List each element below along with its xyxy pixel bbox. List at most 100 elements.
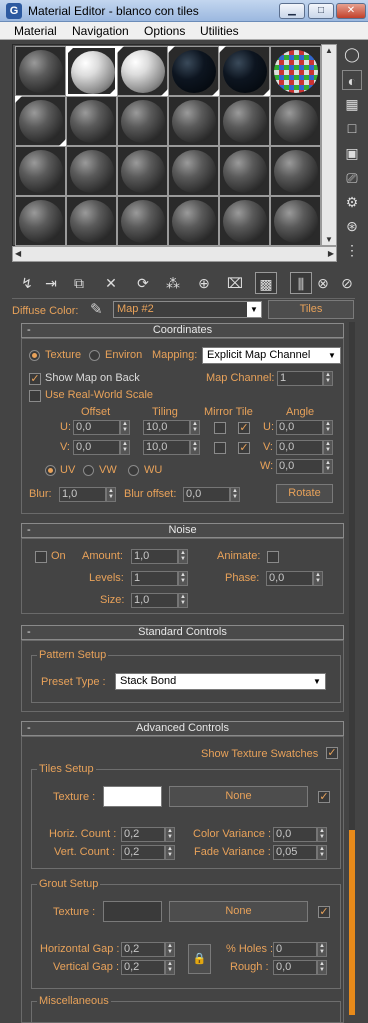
w-angle-field[interactable]: 0,0 <box>276 459 323 474</box>
sample-slot[interactable] <box>66 146 117 196</box>
v-tile-checkbox[interactable]: ✓ <box>238 442 250 454</box>
scroll-right-icon[interactable]: ▶ <box>328 249 334 258</box>
tiles-map-checkbox[interactable]: ✓ <box>318 791 330 803</box>
grout-color-swatch[interactable] <box>103 901 162 922</box>
u-offset-field[interactable]: 0,0 <box>73 420 120 435</box>
u-tiling-field[interactable]: 10,0 <box>143 420 190 435</box>
blur-field[interactable]: 1,0 <box>59 487 106 502</box>
noise-rollout-header[interactable]: - Noise <box>21 523 344 538</box>
material-map-navigator-icon[interactable]: ⋮ <box>342 240 362 260</box>
sample-slot[interactable] <box>219 46 270 96</box>
sample-slot[interactable] <box>168 96 219 146</box>
sample-slot[interactable] <box>117 46 168 96</box>
collapse-icon[interactable]: - <box>27 722 31 735</box>
sample-slot[interactable] <box>219 146 270 196</box>
collapse-icon[interactable]: - <box>27 324 31 337</box>
spinner-arrows-icon[interactable]: ▲ ▼ <box>317 845 327 860</box>
vertical-gap-field[interactable]: 0,2 <box>121 960 165 975</box>
app-icon[interactable]: G <box>6 3 22 19</box>
menu-material[interactable]: Material <box>14 24 57 38</box>
close-button[interactable]: ✕ <box>336 3 366 19</box>
spinner-arrows-icon[interactable]: ▲ ▼ <box>165 827 175 842</box>
preset-type-dropdown[interactable]: Stack Bond ▼ <box>115 673 326 690</box>
holes-field[interactable]: 0 <box>273 942 317 957</box>
grout-map-checkbox[interactable]: ✓ <box>318 906 330 918</box>
panel-scroll-thumb[interactable] <box>349 830 355 1015</box>
background-icon[interactable]: ▦ <box>342 94 362 114</box>
map-name-dropdown[interactable]: Map #2 ▼ <box>113 301 262 318</box>
show-texture-swatches-checkbox[interactable]: ✓ <box>326 747 338 759</box>
sample-slot[interactable] <box>15 146 66 196</box>
minimize-button[interactable]: ▁ <box>279 3 305 19</box>
sample-slot[interactable] <box>117 96 168 146</box>
chevron-down-icon[interactable]: ▼ <box>326 349 338 362</box>
chevron-down-icon[interactable]: ▼ <box>247 302 261 317</box>
sample-slot[interactable] <box>15 196 66 246</box>
make-unique-icon[interactable]: ⁂ <box>162 272 184 294</box>
advanced-controls-rollout-header[interactable]: - Advanced Controls <box>21 721 344 736</box>
copy-material-icon[interactable]: ⟳ <box>132 272 154 294</box>
go-to-parent-icon[interactable]: ⊗ <box>312 272 334 294</box>
v-tiling-field[interactable]: 10,0 <box>143 440 190 455</box>
spinner-arrows-icon[interactable]: ▲ ▼ <box>317 942 327 957</box>
menu-navigation[interactable]: Navigation <box>72 24 129 38</box>
standard-controls-rollout-header[interactable]: - Standard Controls <box>21 625 344 640</box>
spinner-arrows-icon[interactable]: ▲ ▼ <box>313 571 323 586</box>
spinner-arrows-icon[interactable]: ▲ ▼ <box>323 420 333 435</box>
size-field[interactable]: 1,0 <box>131 593 178 608</box>
animate-checkbox[interactable] <box>267 551 279 563</box>
map-type-button[interactable]: Tiles <box>268 300 354 319</box>
sample-slot[interactable] <box>168 196 219 246</box>
sample-slot[interactable] <box>270 196 321 246</box>
spinner-arrows-icon[interactable]: ▲ ▼ <box>178 571 188 586</box>
make-preview-icon[interactable]: ⎚ <box>342 168 362 188</box>
texture-radio[interactable] <box>29 350 40 361</box>
phase-field[interactable]: 0,0 <box>266 571 313 586</box>
assign-to-selection-icon[interactable]: ⧉ <box>68 272 90 294</box>
put-to-library-icon[interactable]: ⊕ <box>193 272 215 294</box>
show-map-on-back-checkbox[interactable]: ✓ <box>29 373 41 385</box>
sample-slot[interactable] <box>168 146 219 196</box>
spinner-arrows-icon[interactable]: ▲ ▼ <box>178 593 188 608</box>
horizontal-gap-field[interactable]: 0,2 <box>121 942 165 957</box>
scroll-left-icon[interactable]: ◀ <box>15 249 21 258</box>
sample-slot[interactable] <box>270 96 321 146</box>
amount-field[interactable]: 1,0 <box>131 549 178 564</box>
uv-radio[interactable] <box>45 465 56 476</box>
tiles-map-button[interactable]: None <box>169 786 308 807</box>
spinner-arrows-icon[interactable]: ▲ ▼ <box>178 549 188 564</box>
vert-count-field[interactable]: 0,2 <box>121 845 165 860</box>
v-mirror-checkbox[interactable] <box>214 442 226 454</box>
spinner-arrows-icon[interactable]: ▲ ▼ <box>323 440 333 455</box>
u-tile-checkbox[interactable]: ✓ <box>238 422 250 434</box>
spinner-arrows-icon[interactable]: ▲ ▼ <box>120 440 130 455</box>
levels-field[interactable]: 1 <box>131 571 178 586</box>
lock-icon[interactable]: 🔒 <box>188 944 211 974</box>
environ-radio[interactable] <box>89 350 100 361</box>
horiz-count-field[interactable]: 0,2 <box>121 827 165 842</box>
sample-slot[interactable] <box>270 46 321 96</box>
menu-utilities[interactable]: Utilities <box>200 24 239 38</box>
maximize-button[interactable]: □ <box>308 3 334 19</box>
reset-map-icon[interactable]: ✕ <box>100 272 122 294</box>
show-map-in-viewport-icon[interactable]: ▩ <box>255 272 277 294</box>
sample-uv-tiling-icon[interactable]: □ <box>342 118 362 138</box>
v-offset-field[interactable]: 0,0 <box>73 440 120 455</box>
u-angle-field[interactable]: 0,0 <box>276 420 323 435</box>
sample-slot[interactable] <box>168 46 219 96</box>
v-angle-field[interactable]: 0,0 <box>276 440 323 455</box>
spinner-arrows-icon[interactable]: ▲ ▼ <box>190 440 200 455</box>
spinner-arrows-icon[interactable]: ▲ ▼ <box>165 960 175 975</box>
material-id-channel-icon[interactable]: ⌧ <box>224 272 246 294</box>
spinner-arrows-icon[interactable]: ▲ ▼ <box>120 420 130 435</box>
panel-scrollbar[interactable] <box>349 322 355 1015</box>
go-forward-to-sibling-icon[interactable]: ⊘ <box>336 272 358 294</box>
sample-slot[interactable] <box>66 46 117 96</box>
put-to-scene-icon[interactable]: ⇥ <box>40 272 62 294</box>
spinner-arrows-icon[interactable]: ▲ ▼ <box>165 845 175 860</box>
backlight-icon[interactable]: ◐ <box>342 70 362 90</box>
coordinates-rollout-header[interactable]: - Coordinates <box>21 323 344 338</box>
use-real-world-scale-checkbox[interactable] <box>29 390 41 402</box>
sample-slot[interactable] <box>219 196 270 246</box>
sample-slot[interactable] <box>15 46 66 96</box>
